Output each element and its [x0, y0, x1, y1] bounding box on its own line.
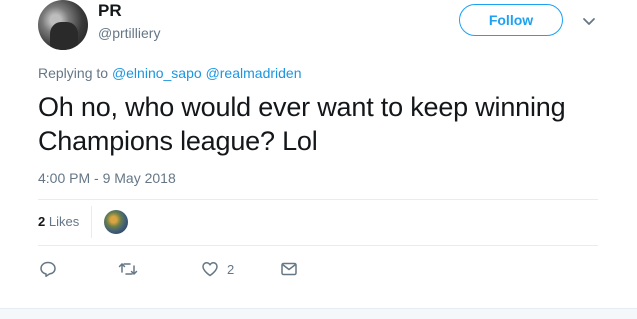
- replying-to: Replying to @elnino_sapo @realmadriden: [38, 65, 301, 81]
- like-count: 2: [227, 261, 235, 277]
- tweet-timestamp[interactable]: 4:00 PM - 9 May 2018: [38, 170, 176, 186]
- heart-icon: [202, 262, 218, 277]
- tweet-text-line-2: Champions league? Lol: [38, 126, 318, 156]
- likes-label: Likes: [48, 214, 80, 229]
- envelope-icon: [281, 262, 297, 276]
- retweet-button[interactable]: [118, 258, 138, 280]
- retweet-icon: [118, 263, 138, 275]
- replying-to-label: Replying to: [38, 65, 109, 81]
- liker-avatar[interactable]: [104, 210, 128, 234]
- chevron-down-icon[interactable]: [580, 12, 598, 30]
- mention-link-realmadriden[interactable]: @realmadriden: [206, 65, 302, 81]
- author-handle[interactable]: @prtilliery: [98, 25, 160, 41]
- stats-separator: [91, 206, 92, 238]
- direct-message-button[interactable]: [280, 258, 298, 280]
- reply-button[interactable]: [39, 258, 57, 280]
- likes-stat[interactable]: 2 Likes: [38, 214, 79, 229]
- likes-count: 2: [38, 214, 46, 229]
- reply-icon: [40, 261, 56, 277]
- mention-link-elnino-sapo[interactable]: @elnino_sapo: [112, 65, 202, 81]
- tweet-text: Oh no, who would ever want to keep winni…: [38, 90, 608, 158]
- follow-button[interactable]: Follow: [459, 4, 563, 36]
- tweet-text-line-1: Oh no, who would ever want to keep winni…: [38, 92, 566, 122]
- divider: [38, 245, 598, 246]
- divider: [38, 199, 598, 200]
- author-display-name[interactable]: PR: [98, 1, 122, 21]
- like-button[interactable]: 2: [201, 258, 234, 280]
- footer-strip: [0, 308, 637, 319]
- avatar[interactable]: [38, 0, 88, 50]
